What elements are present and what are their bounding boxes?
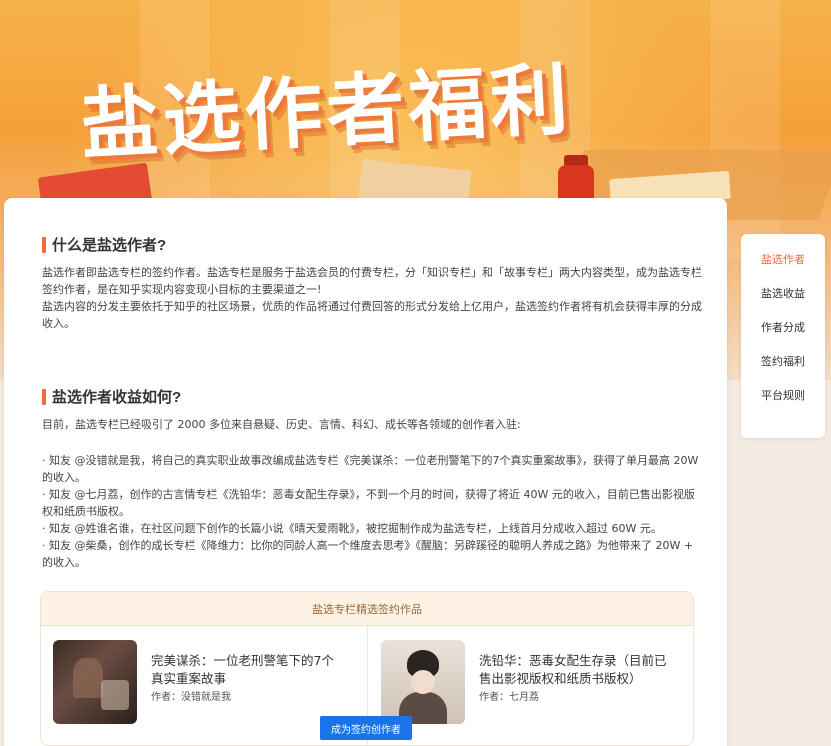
section-earnings-bullets: · 知友 @没错就是我，将自己的真实职业故事改编成盐选专栏《完美谋杀：一位老刑警… <box>42 452 702 571</box>
cover-decor <box>411 670 435 694</box>
featured-work-card[interactable]: 完美谋杀：一位老刑警笔下的7个真实重案故事 作者：没错就是我 <box>41 640 341 745</box>
bullet-item: · 知友 @没错就是我，将自己的真实职业故事改编成盐选专栏《完美谋杀：一位老刑警… <box>42 454 699 484</box>
section-title-what: 什么是盐选作者? <box>42 234 166 255</box>
paragraph: 盐选作者即盐选专栏的签约作者。盐选专栏是服务于盐选会员的付费专栏，分「知识专栏」… <box>42 266 702 296</box>
featured-works-header: 盐选专栏精选签约作品 <box>41 592 693 626</box>
work-title[interactable]: 完美谋杀：一位老刑警笔下的7个真实重案故事 <box>151 652 339 688</box>
bullet-item: · 知友 @姓谁名谁，在社区问题下创作的长篇小说《晴天爱雨靴》，被挖掘制作成为盐… <box>42 522 662 535</box>
section-marker <box>42 236 46 253</box>
nav-item-benefits[interactable]: 签约福利 <box>741 344 825 378</box>
nav-item-author[interactable]: 盐选作者 <box>741 242 825 276</box>
side-navigation: 盐选作者 盐选收益 作者分成 签约福利 平台规则 <box>741 234 825 438</box>
paragraph: 盐选内容的分发主要依托于知乎的社区场景，优质的作品将通过付费回答的形式分发给上亿… <box>42 300 702 330</box>
nav-item-earnings[interactable]: 盐选收益 <box>741 276 825 310</box>
featured-work-card[interactable]: 洗铅华：恶毒女配生存录（目前已售出影视版权和纸质书版权） 作者：七月荔 <box>369 640 669 745</box>
paragraph: 目前，盐选专栏已经吸引了 2000 多位来自悬疑、历史、言情、科幻、成长等各领域… <box>42 418 521 431</box>
work-author: 作者：七月荔 <box>479 692 539 703</box>
work-title[interactable]: 洗铅华：恶毒女配生存录（目前已售出影视版权和纸质书版权） <box>479 652 667 688</box>
work-author: 作者：没错就是我 <box>151 692 231 703</box>
nav-item-revenue-share[interactable]: 作者分成 <box>741 310 825 344</box>
cover-decor <box>101 680 129 710</box>
cover-decor <box>73 658 103 698</box>
section-what-body: 盐选作者即盐选专栏的签约作者。盐选专栏是服务于盐选会员的付费专栏，分「知识专栏」… <box>42 264 702 332</box>
work-cover-image[interactable] <box>381 640 465 724</box>
section-title-text: 盐选作者收益如何? <box>52 389 182 406</box>
section-title-earnings: 盐选作者收益如何? <box>42 386 181 407</box>
work-cover-image[interactable] <box>53 640 137 724</box>
nav-item-rules[interactable]: 平台规则 <box>741 378 825 412</box>
section-earnings-intro: 目前，盐选专栏已经吸引了 2000 多位来自悬疑、历史、言情、科幻、成长等各领域… <box>42 416 702 433</box>
become-signed-author-button[interactable]: 成为签约创作者 <box>320 716 412 740</box>
bullet-item: · 知友 @七月荔，创作的古言情专栏《洗铅华：恶毒女配生存录》，不到一个月的时间… <box>42 488 695 518</box>
section-marker <box>42 388 46 405</box>
bullet-item: · 知友 @柴桑，创作的成长专栏《降维力：比你的同龄人高一个维度去思考》《醒脑：… <box>42 539 694 569</box>
section-title-text: 什么是盐选作者? <box>52 237 167 254</box>
